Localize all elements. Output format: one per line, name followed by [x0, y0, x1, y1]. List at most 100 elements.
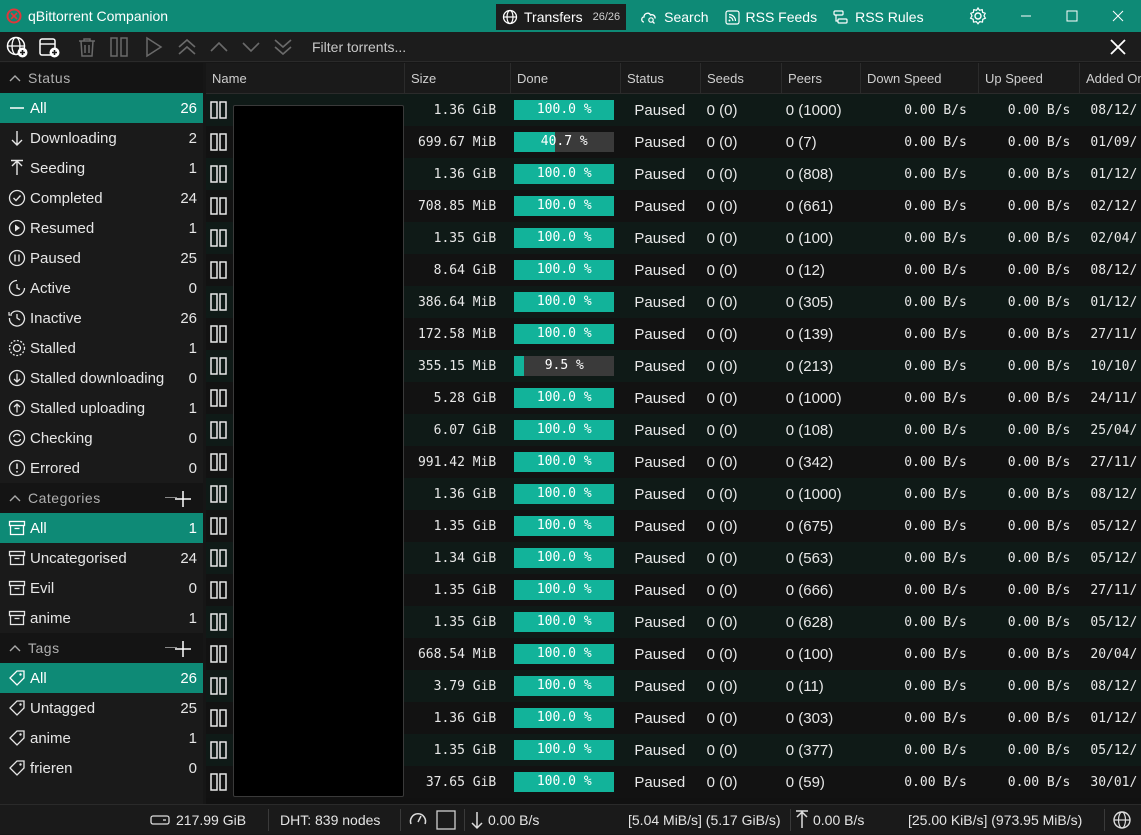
gear-icon[interactable]	[968, 6, 988, 26]
column-header-done[interactable]: Done	[511, 63, 621, 94]
column-header-seeds[interactable]: Seeds	[701, 63, 782, 94]
dht-value: DHT: 839 nodes	[280, 812, 381, 828]
column-header-added-on[interactable]: Added On	[1080, 63, 1141, 94]
torrent-peers: 0 (139)	[785, 325, 834, 343]
column-header-status[interactable]: Status	[621, 63, 701, 94]
sidebar-item-label: Active	[30, 279, 71, 297]
torrent-up-speed: 0.00 B/s	[1007, 710, 1071, 726]
sidebar-item-count: 1	[188, 519, 197, 537]
connection-status[interactable]	[1112, 805, 1132, 835]
close-window-button[interactable]	[1095, 0, 1141, 32]
column-header-name[interactable]: Name	[206, 63, 405, 94]
status-filter-seeding[interactable]: Seeding 1	[0, 153, 203, 183]
clear-filter-icon[interactable]	[1108, 37, 1128, 57]
column-header-size[interactable]: Size	[405, 63, 511, 94]
progress-bar: 100.0 %	[514, 644, 615, 664]
pause-icon	[210, 165, 227, 183]
status-filter-completed[interactable]: Completed 24	[0, 183, 203, 213]
status-filter-inactive[interactable]: Inactive 26	[0, 303, 203, 333]
add-tag-icon[interactable]	[173, 639, 193, 659]
tags-section-header[interactable]: Tags	[0, 633, 203, 663]
status-section-header[interactable]: Status	[0, 63, 203, 93]
column-header-up-speed[interactable]: Up Speed	[979, 63, 1080, 94]
add-torrent-file-button[interactable]	[36, 35, 62, 59]
torrent-down-speed: 0.00 B/s	[904, 326, 967, 342]
status-filter-resumed[interactable]: Resumed 1	[0, 213, 203, 243]
progress-text: 100.0 %	[536, 678, 592, 693]
status-filter-stalled[interactable]: Stalled 1	[0, 333, 203, 363]
torrent-progress: 100.0 %	[512, 100, 620, 120]
torrent-status: Paused	[634, 325, 686, 343]
archive-icon	[8, 610, 26, 626]
torrent-peers: 0 (12)	[785, 261, 825, 279]
divider	[268, 809, 269, 831]
move-bottom-button[interactable]	[270, 35, 296, 59]
tag-filter-all[interactable]: All 26	[0, 663, 203, 693]
status-filter-downloading[interactable]: Downloading 2	[0, 123, 203, 153]
categories-section-header[interactable]: Categories	[0, 483, 203, 513]
sidebar-item-label: frieren	[30, 759, 73, 777]
category-filter-evil[interactable]: Evil 0	[0, 573, 203, 603]
pause-button[interactable]	[106, 35, 132, 59]
torrent-seeds: 0 (0)	[706, 581, 738, 599]
tab-search[interactable]: Search	[634, 4, 714, 30]
status-filter-active[interactable]: Active 0	[0, 273, 203, 303]
torrent-seeds: 0 (0)	[706, 709, 738, 727]
sidebar-item-count: 25	[180, 249, 197, 267]
sidebar-item-count: 26	[180, 99, 197, 117]
tag-filter-frieren[interactable]: frieren 0	[0, 753, 203, 783]
torrent-progress: 100.0 %	[512, 708, 620, 728]
maximize-button[interactable]	[1049, 0, 1095, 32]
add-torrent-link-button[interactable]	[4, 35, 30, 59]
resume-button[interactable]	[140, 35, 166, 59]
torrent-peers: 0 (1000)	[785, 485, 842, 503]
column-header-peers[interactable]: Peers	[782, 63, 861, 94]
category-filter-list: All 1 Uncategorised 24 Evil 0 anime 1	[0, 513, 203, 633]
category-filter-anime[interactable]: anime 1	[0, 603, 203, 633]
tag-filter-anime[interactable]: anime 1	[0, 723, 203, 753]
pause-icon	[210, 421, 227, 439]
delete-button[interactable]	[74, 35, 100, 59]
progress-text: 100.0 %	[536, 262, 592, 277]
status-filter-checking[interactable]: Checking 0	[0, 423, 203, 453]
torrent-peers: 0 (11)	[785, 677, 824, 695]
move-down-button[interactable]	[238, 35, 264, 59]
tab-rss-feeds[interactable]: RSS Feeds	[719, 4, 824, 30]
alt-speed-checkbox[interactable]	[436, 805, 456, 835]
rss-icon	[724, 9, 740, 25]
pause-icon	[210, 613, 227, 631]
move-top-button[interactable]	[174, 35, 200, 59]
arrow-up-icon	[796, 810, 808, 828]
torrent-down-speed: 0.00 B/s	[904, 134, 967, 150]
status-filter-stalled-uploading[interactable]: Stalled uploading 1	[0, 393, 203, 423]
progress-text: 100.0 %	[536, 454, 592, 469]
status-filter-stalled-downloading[interactable]: Stalled downloading 0	[0, 363, 203, 393]
cloud-search-icon	[641, 12, 656, 24]
move-up-button[interactable]	[206, 35, 232, 59]
filter-torrents-input[interactable]	[304, 34, 1094, 60]
dht-status: DHT: 839 nodes	[280, 805, 380, 835]
arrow-up-circle-icon	[8, 399, 26, 417]
tags-header-label: Tags	[28, 640, 60, 656]
progress-bar: 100.0 %	[514, 772, 615, 792]
torrent-added-on: 27/11/	[1090, 326, 1138, 342]
upload-total-value: [25.00 KiB/s] (973.95 MiB/s)	[908, 812, 1083, 828]
sidebar-item-count: 1	[188, 159, 197, 177]
column-header-down-speed[interactable]: Down Speed	[861, 63, 979, 94]
status-filter-all[interactable]: All 26	[0, 93, 203, 123]
progress-text: 9.5 %	[544, 358, 584, 373]
category-filter-uncategorised[interactable]: Uncategorised 24	[0, 543, 203, 573]
sidebar-item-count: 26	[180, 309, 197, 327]
minimize-button[interactable]	[1003, 0, 1049, 32]
pause-icon	[210, 229, 227, 247]
tab-rss-rules[interactable]: RSS Rules	[827, 4, 929, 30]
status-filter-errored[interactable]: Errored 0	[0, 453, 203, 483]
tag-filter-untagged[interactable]: Untagged 25	[0, 693, 203, 723]
progress-text: 100.0 %	[536, 646, 592, 661]
tab-transfers[interactable]: Transfers 26/26	[496, 4, 627, 30]
window-title: qBittorrent Companion	[28, 8, 169, 24]
add-category-icon[interactable]	[173, 489, 193, 509]
category-filter-all[interactable]: All 1	[0, 513, 203, 543]
speed-limit-toggle[interactable]	[408, 805, 428, 835]
status-filter-paused[interactable]: Paused 25	[0, 243, 203, 273]
